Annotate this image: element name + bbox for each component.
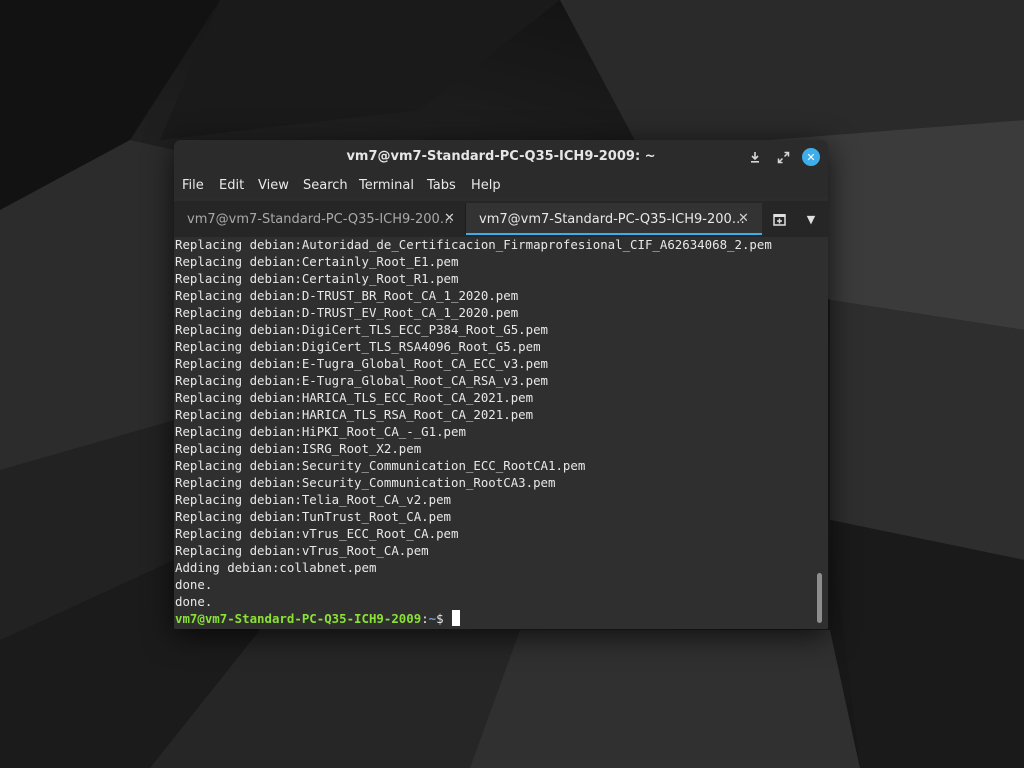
prompt-line: vm7@vm7-Standard-PC-Q35-ICH9-2009:~$ bbox=[175, 610, 815, 627]
terminal-line: done. bbox=[175, 577, 213, 592]
terminal-line: Replacing debian:E-Tugra_Global_Root_CA_… bbox=[175, 373, 548, 388]
scrollbar[interactable] bbox=[817, 573, 822, 623]
terminal-line: Replacing debian:DigiCert_TLS_ECC_P384_R… bbox=[175, 322, 548, 337]
menu-view[interactable]: View bbox=[258, 178, 289, 193]
close-icon[interactable]: ✕ bbox=[444, 211, 455, 226]
tab-1[interactable]: vm7@vm7-Standard-PC-Q35-ICH9-200… ✕ bbox=[174, 203, 465, 235]
terminal-line: Replacing debian:HARICA_TLS_RSA_Root_CA_… bbox=[175, 407, 534, 422]
menu-help[interactable]: Help bbox=[471, 178, 501, 193]
tab-bar: vm7@vm7-Standard-PC-Q35-ICH9-200… ✕ vm7@… bbox=[174, 201, 828, 237]
terminal-line: Replacing debian:DigiCert_TLS_RSA4096_Ro… bbox=[175, 339, 541, 354]
prompt-separator: : bbox=[421, 611, 429, 626]
terminal-line: Replacing debian:HARICA_TLS_ECC_Root_CA_… bbox=[175, 390, 534, 405]
menu-edit[interactable]: Edit bbox=[219, 178, 244, 193]
terminal-line: Replacing debian:TunTrust_Root_CA.pem bbox=[175, 509, 452, 524]
menu-tabs[interactable]: Tabs bbox=[427, 178, 456, 193]
menu-bar: File Edit View Search Terminal Tabs Help bbox=[174, 175, 828, 198]
terminal-line: Replacing debian:E-Tugra_Global_Root_CA_… bbox=[175, 356, 548, 371]
tab-2[interactable]: vm7@vm7-Standard-PC-Q35-ICH9-200… ✕ bbox=[466, 203, 762, 235]
close-icon: ✕ bbox=[806, 150, 816, 164]
terminal-line: Replacing debian:vTrus_ECC_Root_CA.pem bbox=[175, 526, 459, 541]
tab-label: vm7@vm7-Standard-PC-Q35-ICH9-200… bbox=[479, 212, 745, 227]
close-icon[interactable]: ✕ bbox=[738, 211, 749, 226]
chevron-down-icon[interactable]: ▼ bbox=[802, 209, 820, 229]
menu-file[interactable]: File bbox=[182, 178, 204, 193]
terminal-line: Replacing debian:Security_Communication_… bbox=[175, 475, 556, 490]
new-tab-icon[interactable] bbox=[771, 209, 789, 229]
menu-search[interactable]: Search bbox=[303, 178, 348, 193]
terminal-line: Replacing debian:Autoridad_de_Certificac… bbox=[175, 237, 772, 252]
window-title: vm7@vm7-Standard-PC-Q35-ICH9-2009: ~ bbox=[346, 149, 656, 164]
prompt-user: vm7@vm7-Standard-PC-Q35-ICH9-2009 bbox=[175, 611, 422, 626]
menu-terminal[interactable]: Terminal bbox=[359, 178, 414, 193]
terminal-line: done. bbox=[175, 594, 213, 609]
prompt-path: ~ bbox=[428, 611, 437, 626]
active-tab-indicator bbox=[466, 233, 762, 235]
terminal-line: Replacing debian:HiPKI_Root_CA_-_G1.pem bbox=[175, 424, 466, 439]
title-bar[interactable]: vm7@vm7-Standard-PC-Q35-ICH9-2009: ~ ✕ bbox=[174, 140, 828, 175]
terminal-line: Replacing debian:Certainly_Root_R1.pem bbox=[175, 271, 459, 286]
terminal-line: Replacing debian:D-TRUST_EV_Root_CA_1_20… bbox=[175, 305, 519, 320]
terminal-lines: Replacing debian:Autoridad_de_Certificac… bbox=[175, 236, 815, 627]
terminal-line: Replacing debian:vTrus_Root_CA.pem bbox=[175, 543, 429, 558]
close-button[interactable]: ✕ bbox=[802, 148, 820, 166]
terminal-line: Replacing debian:Telia_Root_CA_v2.pem bbox=[175, 492, 452, 507]
text-cursor bbox=[451, 610, 460, 626]
prompt-symbol: $ bbox=[436, 611, 444, 626]
terminal-output[interactable]: Replacing debian:Autoridad_de_Certificac… bbox=[174, 237, 828, 629]
terminal-line: Replacing debian:ISRG_Root_X2.pem bbox=[175, 441, 422, 456]
terminal-line: Replacing debian:D-TRUST_BR_Root_CA_1_20… bbox=[175, 288, 519, 303]
terminal-window: vm7@vm7-Standard-PC-Q35-ICH9-2009: ~ ✕ F… bbox=[174, 140, 828, 629]
terminal-line: Replacing debian:Security_Communication_… bbox=[175, 458, 586, 473]
terminal-line: Adding debian:collabnet.pem bbox=[175, 560, 377, 575]
download-icon[interactable] bbox=[746, 148, 764, 166]
tab-label: vm7@vm7-Standard-PC-Q35-ICH9-200… bbox=[187, 212, 453, 227]
maximize-icon[interactable] bbox=[774, 148, 792, 166]
terminal-line: Replacing debian:Certainly_Root_E1.pem bbox=[175, 254, 459, 269]
